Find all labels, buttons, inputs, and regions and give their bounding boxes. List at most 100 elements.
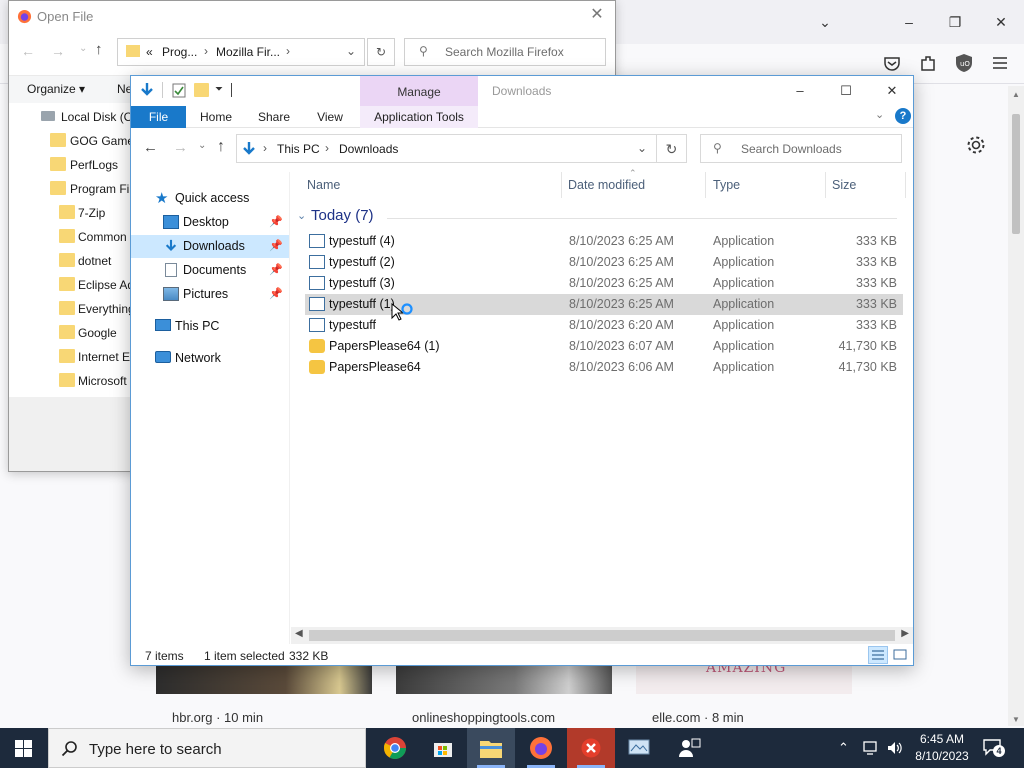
sidebar-item-documents[interactable]: Documents 📌 bbox=[131, 259, 289, 282]
tab-view[interactable]: View bbox=[309, 106, 351, 128]
sidebar-item-network[interactable]: Network bbox=[131, 347, 289, 370]
column-divider[interactable] bbox=[825, 172, 826, 198]
scroll-thumb[interactable] bbox=[309, 630, 895, 641]
tree-item-folder[interactable]: 7-Zip bbox=[9, 201, 133, 225]
forward-arrow-icon[interactable]: → bbox=[51, 43, 65, 59]
tree-item-folder[interactable]: Internet Ex bbox=[9, 345, 136, 369]
search-input[interactable]: ⚲ Search Mozilla Firefox bbox=[404, 38, 606, 66]
back-arrow-icon[interactable]: ← bbox=[21, 43, 35, 59]
refresh-button[interactable]: ↻ bbox=[657, 134, 687, 163]
expand-ribbon-chevron-icon[interactable]: ⌄ bbox=[875, 108, 884, 121]
properties-icon[interactable] bbox=[172, 83, 186, 98]
group-header-today[interactable]: Today (7) bbox=[311, 207, 374, 224]
breadcrumb-segment[interactable]: Prog... bbox=[162, 45, 197, 59]
close-button[interactable]: ✕ bbox=[587, 5, 607, 25]
tree-item-folder[interactable]: Eclipse Ad bbox=[9, 273, 134, 297]
sidebar-item-quick-access[interactable]: ★ Quick access bbox=[131, 187, 289, 210]
story-card-image[interactable] bbox=[396, 664, 612, 694]
network-tray-icon[interactable] bbox=[862, 740, 880, 756]
taskbar-control-panel[interactable] bbox=[615, 728, 663, 768]
start-button[interactable] bbox=[0, 728, 48, 768]
organize-button[interactable]: Organize ▾ bbox=[27, 82, 85, 96]
clock-time[interactable]: 6:45 AM bbox=[910, 732, 974, 746]
taskbar-store[interactable] bbox=[419, 728, 467, 768]
sidebar-item-downloads[interactable]: Downloads 📌 bbox=[131, 235, 289, 258]
taskbar-people-app[interactable] bbox=[665, 728, 713, 768]
scroll-thumb[interactable] bbox=[1012, 114, 1020, 234]
file-row[interactable]: PapersPlease64 (1) 8/10/2023 6:07 AM App… bbox=[305, 336, 903, 357]
customize-chevron-icon[interactable]: ⏷ bbox=[215, 84, 223, 95]
column-header-name[interactable]: Name bbox=[307, 178, 340, 192]
close-button[interactable]: ✕ bbox=[869, 78, 915, 104]
tree-item-folder[interactable]: GOG Games bbox=[9, 129, 140, 153]
scroll-left-icon[interactable]: ◀ bbox=[295, 628, 303, 639]
extensions-icon[interactable] bbox=[917, 52, 939, 74]
search-input[interactable]: ⚲ Search Downloads bbox=[700, 134, 902, 163]
manage-tab[interactable]: Manage bbox=[360, 76, 478, 106]
column-divider[interactable] bbox=[905, 172, 906, 198]
file-row[interactable]: typestuff (3) 8/10/2023 6:25 AM Applicat… bbox=[305, 273, 903, 294]
address-history-chevron-icon[interactable]: ⌄ bbox=[637, 141, 647, 155]
tab-home[interactable]: Home bbox=[193, 106, 239, 128]
tab-application-tools[interactable]: Application Tools bbox=[360, 106, 478, 128]
sidebar-item-desktop[interactable]: Desktop 📌 bbox=[131, 211, 289, 234]
story-card-source[interactable]: hbr.org · 10 min bbox=[172, 710, 263, 725]
refresh-icon[interactable]: ↻ bbox=[367, 38, 395, 66]
tree-item-folder[interactable]: Program Files bbox=[9, 177, 145, 201]
back-arrow-icon[interactable]: ← bbox=[143, 139, 158, 156]
file-row[interactable]: typestuff (2) 8/10/2023 6:25 AM Applicat… bbox=[305, 252, 903, 273]
list-all-tabs-icon[interactable]: ⌄ bbox=[813, 10, 837, 34]
forward-arrow-icon[interactable]: → bbox=[173, 139, 188, 156]
column-divider[interactable] bbox=[705, 172, 706, 198]
new-folder-icon[interactable] bbox=[194, 83, 209, 97]
help-icon[interactable]: ? bbox=[895, 108, 911, 124]
sidebar-item-pictures[interactable]: Pictures 📌 bbox=[131, 283, 289, 306]
chevron-down-icon[interactable]: ⌄ bbox=[346, 44, 356, 58]
address-bar[interactable]: « Prog... › Mozilla Fir... › ⌄ bbox=[117, 38, 365, 66]
column-header-size[interactable]: Size bbox=[832, 178, 856, 192]
tree-item-folder[interactable]: PerfLogs bbox=[9, 153, 133, 177]
page-scrollbar[interactable]: ▲ ▼ bbox=[1008, 86, 1024, 726]
minimize-button[interactable]: – bbox=[777, 78, 823, 104]
minimize-button[interactable]: – bbox=[897, 10, 921, 34]
story-card-source[interactable]: onlineshoppingtools.com bbox=[412, 710, 555, 725]
ublock-shield-icon[interactable]: uO bbox=[953, 52, 975, 74]
column-header-type[interactable]: Type bbox=[713, 178, 740, 192]
column-header-date[interactable]: Date modified bbox=[568, 178, 645, 192]
maximize-button[interactable]: ☐ bbox=[823, 78, 869, 104]
pin-icon[interactable]: 📌 bbox=[269, 263, 283, 276]
details-view-button[interactable] bbox=[868, 646, 888, 664]
collapse-group-chevron-icon[interactable]: ⌄ bbox=[297, 209, 306, 222]
horizontal-scrollbar[interactable]: ◀ ▶ bbox=[291, 627, 913, 644]
taskbar-firefox[interactable] bbox=[517, 728, 565, 768]
file-row[interactable]: typestuff (4) 8/10/2023 6:25 AM Applicat… bbox=[305, 231, 903, 252]
settings-gear-icon[interactable] bbox=[965, 134, 987, 156]
sidebar-item-this-pc[interactable]: This PC bbox=[131, 315, 289, 338]
breadcrumb-this-pc[interactable]: This PC bbox=[277, 142, 320, 156]
tab-share[interactable]: Share bbox=[251, 106, 297, 128]
tree-item-local-disk[interactable]: Local Disk (C:) bbox=[9, 105, 140, 129]
tab-file[interactable]: File bbox=[131, 106, 186, 128]
story-card-source[interactable]: elle.com · 8 min bbox=[652, 710, 744, 725]
breadcrumb-segment[interactable]: Mozilla Fir... bbox=[216, 45, 280, 59]
taskbar-file-explorer[interactable] bbox=[467, 728, 515, 768]
volume-icon[interactable] bbox=[886, 740, 904, 756]
tree-item-folder[interactable]: dotnet bbox=[9, 249, 133, 273]
pocket-icon[interactable] bbox=[881, 52, 903, 74]
restore-button[interactable]: ❐ bbox=[943, 10, 967, 34]
scroll-right-icon[interactable]: ▶ bbox=[901, 628, 909, 639]
notification-center-button[interactable]: 4 bbox=[982, 738, 1005, 758]
clock-date[interactable]: 8/10/2023 bbox=[910, 749, 974, 763]
tree-item-folder[interactable]: Microsoft bbox=[9, 369, 133, 393]
column-divider[interactable] bbox=[561, 172, 562, 198]
pin-icon[interactable]: 📌 bbox=[269, 239, 283, 252]
taskbar-chrome[interactable] bbox=[371, 728, 419, 768]
pin-icon[interactable]: 📌 bbox=[269, 215, 283, 228]
breadcrumb-downloads[interactable]: Downloads bbox=[339, 142, 398, 156]
up-arrow-icon[interactable]: ↑ bbox=[217, 138, 225, 156]
taskbar-search-input[interactable]: Type here to search bbox=[48, 728, 366, 768]
up-arrow-icon[interactable]: ↑ bbox=[95, 41, 103, 58]
address-bar[interactable]: › This PC › Downloads ⌄ bbox=[236, 134, 657, 163]
large-icons-view-button[interactable] bbox=[890, 646, 910, 664]
tree-item-folder[interactable]: Everything bbox=[9, 297, 135, 321]
